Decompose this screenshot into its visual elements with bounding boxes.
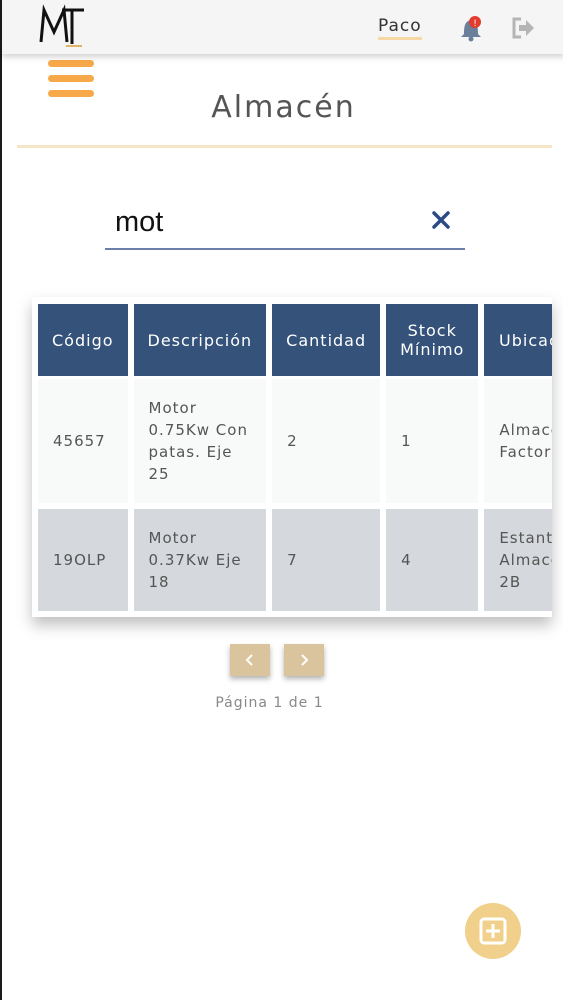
search-input[interactable]	[115, 202, 415, 242]
clear-search-icon[interactable]	[431, 210, 451, 230]
cell-ubicacion: Estantería Almacén 2B	[484, 509, 552, 611]
search-field[interactable]	[105, 200, 465, 250]
chevron-right-icon	[301, 654, 309, 666]
cell-descripcion: Motor 0.37Kw Eje 18	[133, 509, 267, 611]
brand-logo[interactable]	[38, 4, 88, 48]
column-header-codigo[interactable]: Código	[38, 304, 128, 379]
column-header-stock-minimo[interactable]: Stock Mínimo	[386, 304, 479, 379]
cell-stock-minimo: 1	[386, 379, 479, 509]
logout-icon[interactable]	[511, 16, 537, 40]
notification-badge: !	[473, 19, 477, 29]
cell-stock-minimo: 4	[386, 509, 479, 611]
column-header-ubicacion[interactable]: Ubicación	[484, 304, 552, 379]
page-title: Almacén	[211, 90, 356, 125]
inventory-table-container[interactable]: Código Descripción Cantidad Stock Mínimo…	[32, 297, 552, 617]
title-divider	[17, 145, 552, 148]
chevron-left-icon	[245, 654, 253, 666]
cell-codigo: 45657	[38, 379, 128, 509]
column-header-cantidad[interactable]: Cantidad	[272, 304, 381, 379]
user-name[interactable]: Paco	[378, 16, 422, 40]
inventory-table: Código Descripción Cantidad Stock Mínimo…	[32, 304, 552, 611]
table-row[interactable]: 19OLP Motor 0.37Kw Eje 18 7 4 Estantería…	[38, 509, 552, 611]
cell-descripcion: Motor 0.75Kw Con patas. Eje 25	[133, 379, 267, 509]
column-header-descripcion[interactable]: Descripción	[133, 304, 267, 379]
previous-page-button[interactable]	[230, 644, 270, 676]
page-indicator: Página 1 de 1	[215, 695, 324, 711]
cell-codigo: 19OLP	[38, 509, 128, 611]
top-bar: Paco !	[2, 0, 563, 54]
cell-cantidad: 7	[272, 509, 381, 611]
next-page-button[interactable]	[284, 644, 324, 676]
cell-cantidad: 2	[272, 379, 381, 509]
table-header-row: Código Descripción Cantidad Stock Mínimo…	[38, 304, 552, 379]
app-frame: Paco ! Almacén Código Descripción	[0, 0, 563, 1000]
cell-ubicacion: Almacén Factoría	[484, 379, 552, 509]
notification-bell-icon[interactable]: !	[458, 14, 486, 42]
table-row[interactable]: 45657 Motor 0.75Kw Con patas. Eje 25 2 1…	[38, 379, 552, 509]
plus-square-icon	[479, 917, 507, 945]
add-item-button[interactable]	[465, 903, 521, 959]
